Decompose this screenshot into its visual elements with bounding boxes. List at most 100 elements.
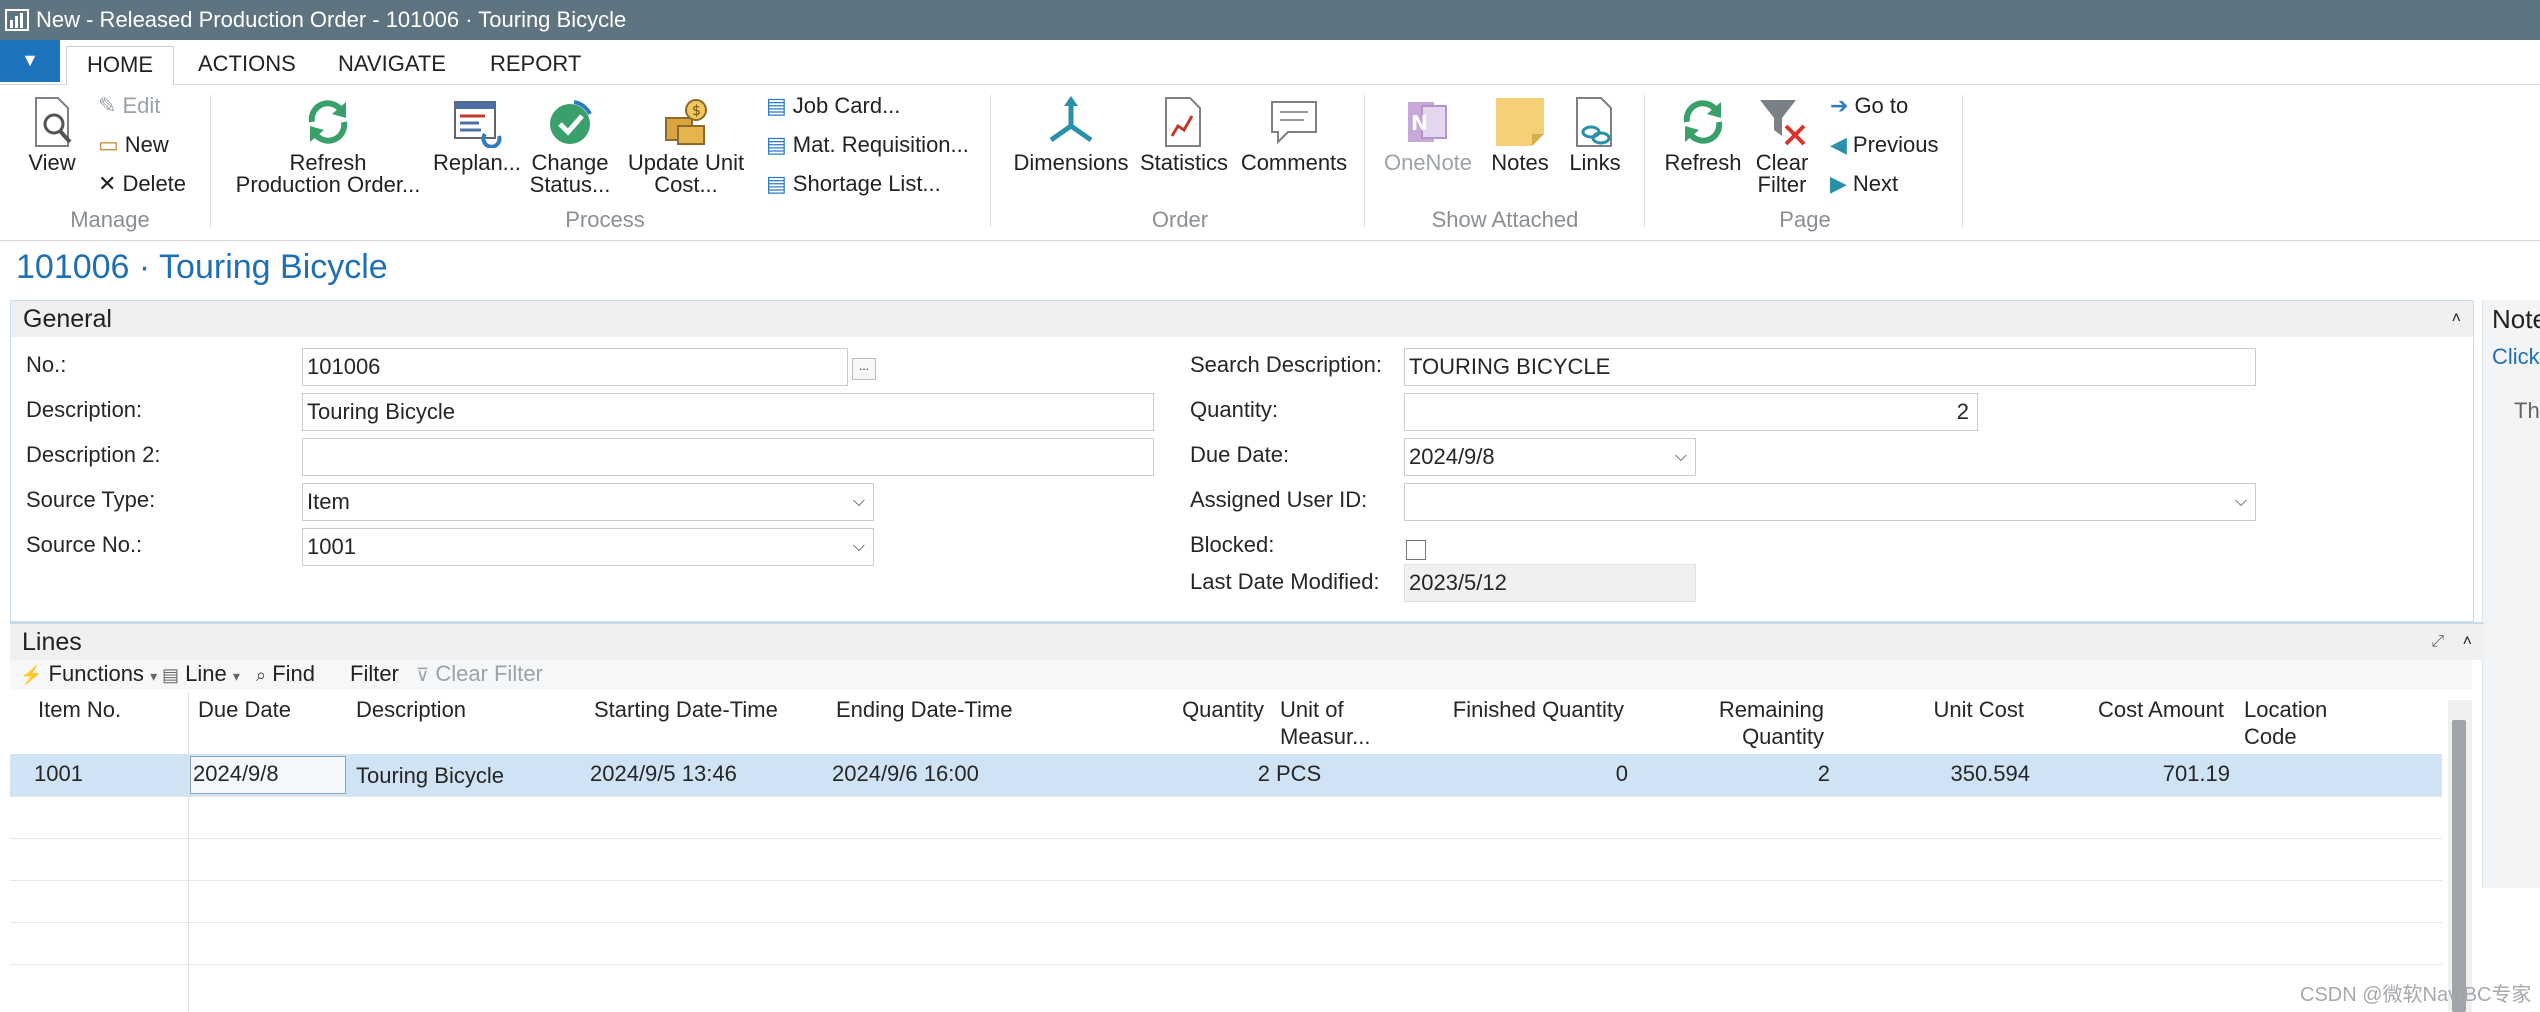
triangle-right-icon: ▶ xyxy=(1830,171,1847,196)
onenote-button[interactable]: N OneNote xyxy=(1378,96,1478,174)
cell-item-no[interactable]: 1001 xyxy=(34,762,83,786)
scrollbar-thumb[interactable] xyxy=(2452,720,2466,1012)
dimensions-button[interactable]: Dimensions xyxy=(1010,96,1132,174)
mat-requisition-button[interactable]: ▤ Mat. Requisition... xyxy=(766,133,969,157)
cell-quantity[interactable]: 2 xyxy=(1120,762,1270,786)
window-title: New - Released Production Order - 101006… xyxy=(36,7,627,32)
replan-button[interactable]: Replan... xyxy=(432,96,522,174)
col-header-remaining-quantity[interactable]: Remaining Quantity xyxy=(1660,696,1824,750)
chevron-down-icon: ⌵ xyxy=(852,493,865,510)
source-no-select[interactable]: 1001 ⌵ xyxy=(302,528,874,566)
source-no-value: 1001 xyxy=(307,534,356,559)
description2-field[interactable] xyxy=(302,438,1154,476)
col-header-unit-cost[interactable]: Unit Cost xyxy=(1860,696,2024,723)
chevron-down-icon: ⌵ xyxy=(1674,448,1687,465)
app-menu-button[interactable]: ▼ xyxy=(0,40,60,82)
next-button[interactable]: ▶ Next xyxy=(1830,172,1898,196)
search-description-label: Search Description: xyxy=(1190,352,1382,377)
tab-navigate[interactable]: NAVIGATE xyxy=(318,46,466,84)
cell-remaining-quantity[interactable]: 2 xyxy=(1680,762,1830,786)
group-label-order: Order xyxy=(1151,207,1209,232)
cell-starting-date-time[interactable]: 2024/9/5 13:46 xyxy=(590,762,737,786)
col-header-starting-date-time[interactable]: Starting Date-Time xyxy=(594,696,778,723)
description-field[interactable]: Touring Bicycle xyxy=(302,393,1154,431)
collapse-icon[interactable]: ˄ xyxy=(2452,301,2461,337)
filter-button[interactable]: Filter xyxy=(350,662,399,686)
view-icon xyxy=(35,97,72,147)
blocked-checkbox[interactable] xyxy=(1406,540,1426,560)
view-button[interactable]: View xyxy=(22,96,82,174)
report-icon: ▤ xyxy=(766,171,787,196)
previous-button[interactable]: ◀ Previous xyxy=(1830,133,1939,157)
chevron-down-icon: ⌵ xyxy=(2234,493,2247,510)
source-type-label: Source Type: xyxy=(26,487,156,512)
col-header-finished-quantity[interactable]: Finished Quantity xyxy=(1400,696,1624,723)
functions-menu[interactable]: ⚡ Functions ▾ xyxy=(20,662,157,688)
grid-line xyxy=(10,922,2442,923)
source-no-label: Source No.: xyxy=(26,532,143,557)
grid-line xyxy=(10,796,2442,797)
clear-filter-icon: ⊽ xyxy=(416,665,430,685)
col-header-item-no[interactable]: Item No. xyxy=(38,696,121,723)
source-type-select[interactable]: Item ⌵ xyxy=(302,483,874,521)
notes-button[interactable]: Notes xyxy=(1482,96,1558,174)
refresh-production-order-button[interactable]: Refresh Production Order... xyxy=(228,96,428,196)
col-header-ending-date-time[interactable]: Ending Date-Time xyxy=(836,696,1012,723)
col-header-description[interactable]: Description xyxy=(356,696,466,723)
no-field[interactable]: 101006 xyxy=(302,348,848,386)
cell-finished-quantity[interactable]: 0 xyxy=(1430,762,1628,786)
col-header-unit-of-measure[interactable]: Unit of Measur... xyxy=(1280,696,1370,750)
search-description-field[interactable]: TOURING BICYCLE xyxy=(1404,348,2256,386)
update-unit-cost-button[interactable]: $ Update Unit Cost... xyxy=(618,96,754,196)
arrow-right-icon: ➔ xyxy=(1830,93,1849,118)
new-button[interactable]: ▭ New xyxy=(98,133,169,157)
notes-empty-text: Th xyxy=(2514,398,2540,423)
line-menu[interactable]: ▤ Line ▾ xyxy=(162,662,240,688)
group-separator xyxy=(210,95,211,227)
shortage-list-button[interactable]: ▤ Shortage List... xyxy=(766,172,941,196)
cell-cost-amount[interactable]: 701.19 xyxy=(2080,762,2230,786)
assist-edit-button[interactable]: ... xyxy=(852,358,876,380)
links-button[interactable]: Links xyxy=(1562,96,1628,174)
group-label-show-attached: Show Attached xyxy=(1431,207,1579,232)
statistics-icon xyxy=(1165,97,1201,147)
statistics-button[interactable]: Statistics xyxy=(1136,96,1232,174)
quantity-field[interactable]: 2 xyxy=(1404,393,1978,431)
refresh-button[interactable]: Refresh xyxy=(1660,96,1746,174)
cell-unit-of-measure[interactable]: PCS xyxy=(1276,762,1321,786)
refresh-icon xyxy=(1683,100,1723,144)
col-header-cost-amount[interactable]: Cost Amount xyxy=(2040,696,2224,723)
comments-button[interactable]: Comments xyxy=(1236,96,1352,174)
chevron-down-icon: ⌵ xyxy=(852,538,865,555)
expand-icon[interactable]: ⤢ xyxy=(2431,624,2444,660)
col-header-due-date[interactable]: Due Date xyxy=(198,696,291,723)
cell-description[interactable]: Touring Bicycle xyxy=(356,764,504,788)
job-card-button[interactable]: ▤ Job Card... xyxy=(766,94,900,118)
tab-report[interactable]: REPORT xyxy=(470,46,601,84)
collapse-icon[interactable]: ˄ xyxy=(2463,624,2472,660)
group-separator xyxy=(1962,95,1963,227)
no-label: No.: xyxy=(26,352,67,377)
change-status-button[interactable]: Change Status... xyxy=(526,96,614,196)
edit-button[interactable]: ✎ Edit xyxy=(98,94,160,118)
clear-filter-lines-button[interactable]: ⊽ Clear Filter xyxy=(416,662,543,687)
page-title: 101006 · Touring Bicycle xyxy=(16,248,388,286)
cell-due-date-editor[interactable]: 2024/9/8 xyxy=(190,756,346,794)
goto-button[interactable]: ➔ Go to xyxy=(1830,94,1908,118)
cell-ending-date-time[interactable]: 2024/9/6 16:00 xyxy=(832,762,979,786)
tab-actions[interactable]: ACTIONS xyxy=(178,46,316,84)
tab-home[interactable]: HOME xyxy=(66,46,174,86)
notes-add-link[interactable]: Click xyxy=(2492,344,2540,370)
cell-unit-cost[interactable]: 350.594 xyxy=(1880,762,2030,786)
due-date-field[interactable]: 2024/9/8 ⌵ xyxy=(1404,438,1696,476)
factbox-pane xyxy=(2482,300,2540,888)
dimensions-icon xyxy=(1049,96,1093,143)
col-header-quantity[interactable]: Quantity xyxy=(1110,696,1264,723)
lines-header[interactable]: Lines ⤢ ˄ xyxy=(10,622,2484,660)
general-header[interactable]: General ˄ xyxy=(11,301,2473,337)
clear-filter-button[interactable]: Clear Filter xyxy=(1750,96,1814,196)
find-button[interactable]: ⌕ Find xyxy=(256,662,315,687)
assigned-user-select[interactable]: ⌵ xyxy=(1404,483,2256,521)
delete-button[interactable]: ✕ Delete xyxy=(98,172,186,196)
col-header-location-code[interactable]: Location Code xyxy=(2244,696,2327,750)
